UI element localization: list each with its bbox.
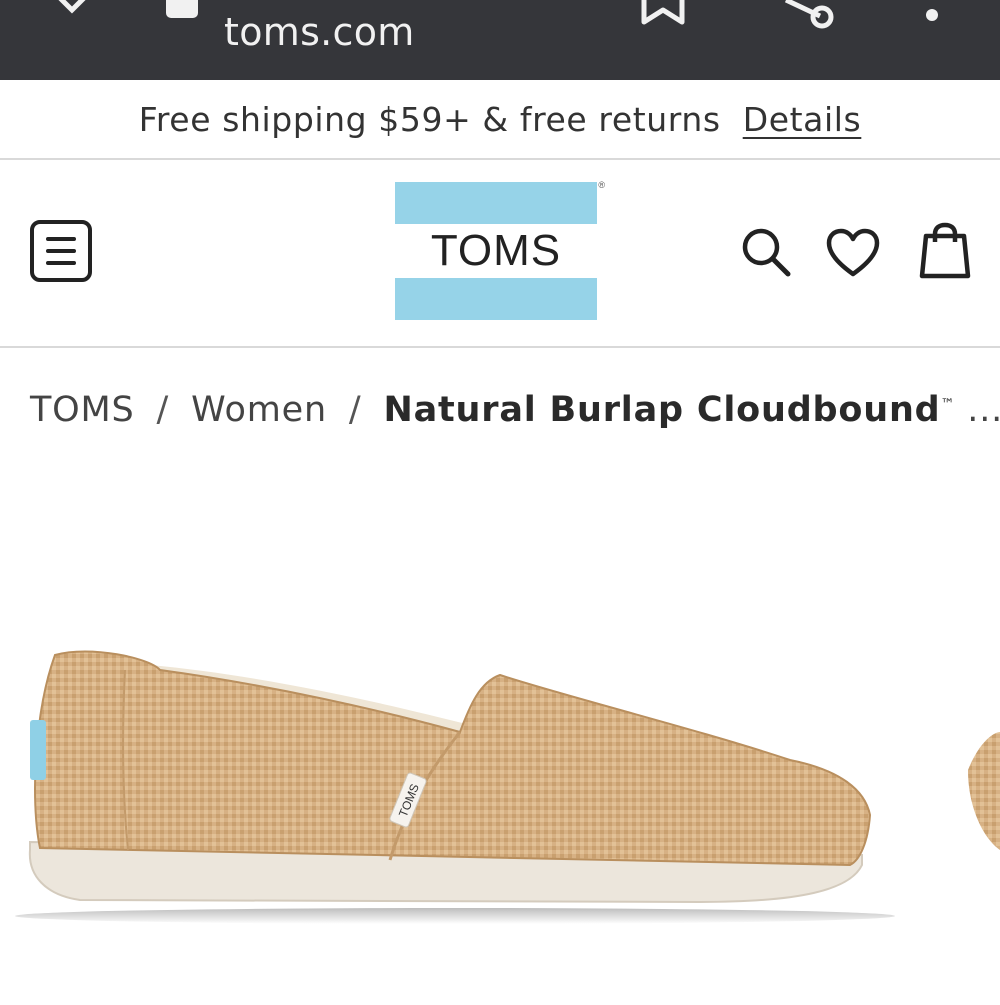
registered-mark: ®: [598, 180, 605, 190]
bookmark-icon[interactable]: [640, 0, 686, 26]
url-text[interactable]: toms.com: [224, 10, 415, 54]
share-icon[interactable]: [776, 0, 836, 32]
breadcrumb-separator: /: [348, 390, 362, 430]
product-image-carousel[interactable]: TOMS: [0, 470, 1000, 1000]
more-options-icon[interactable]: [920, 0, 944, 26]
menu-button[interactable]: [30, 220, 92, 282]
shoe-image: TOMS: [15, 650, 1000, 924]
breadcrumb-separator: /: [156, 390, 170, 430]
search-icon[interactable]: [740, 226, 792, 278]
promo-text: Free shipping $59+ & free returns: [138, 99, 721, 139]
tab-icon[interactable]: [166, 0, 198, 18]
details-link[interactable]: Details: [743, 100, 862, 139]
breadcrumb: TOMS / Women / Natural Burlap Cloudbound™ ..…: [30, 390, 1000, 430]
trademark-mark: ™: [940, 396, 956, 413]
heart-icon[interactable]: [826, 228, 880, 278]
menu-icon-line: [46, 261, 76, 265]
bag-icon[interactable]: [918, 222, 972, 280]
menu-icon-line: [46, 249, 76, 253]
logo-bottom-stripe: [395, 278, 597, 320]
toms-logo[interactable]: TOMS ®: [395, 180, 605, 320]
breadcrumb-current-label: Natural Burlap Cloudbound: [383, 390, 941, 430]
breadcrumb-item-toms[interactable]: TOMS: [30, 390, 135, 430]
logo-top-stripe: [395, 182, 597, 224]
promo-banner: Free shipping $59+ & free returns Detail…: [0, 80, 1000, 160]
browser-toolbar: toms.com: [0, 0, 1000, 80]
breadcrumb-ellipsis: ...: [967, 390, 1000, 430]
menu-icon-line: [46, 237, 76, 241]
logo-text: TOMS: [430, 226, 562, 275]
site-header: TOMS ®: [0, 160, 1000, 348]
breadcrumb-current: Natural Burlap Cloudbound™: [384, 390, 956, 430]
close-icon[interactable]: [50, 0, 94, 22]
breadcrumb-item-women[interactable]: Women: [191, 390, 327, 430]
